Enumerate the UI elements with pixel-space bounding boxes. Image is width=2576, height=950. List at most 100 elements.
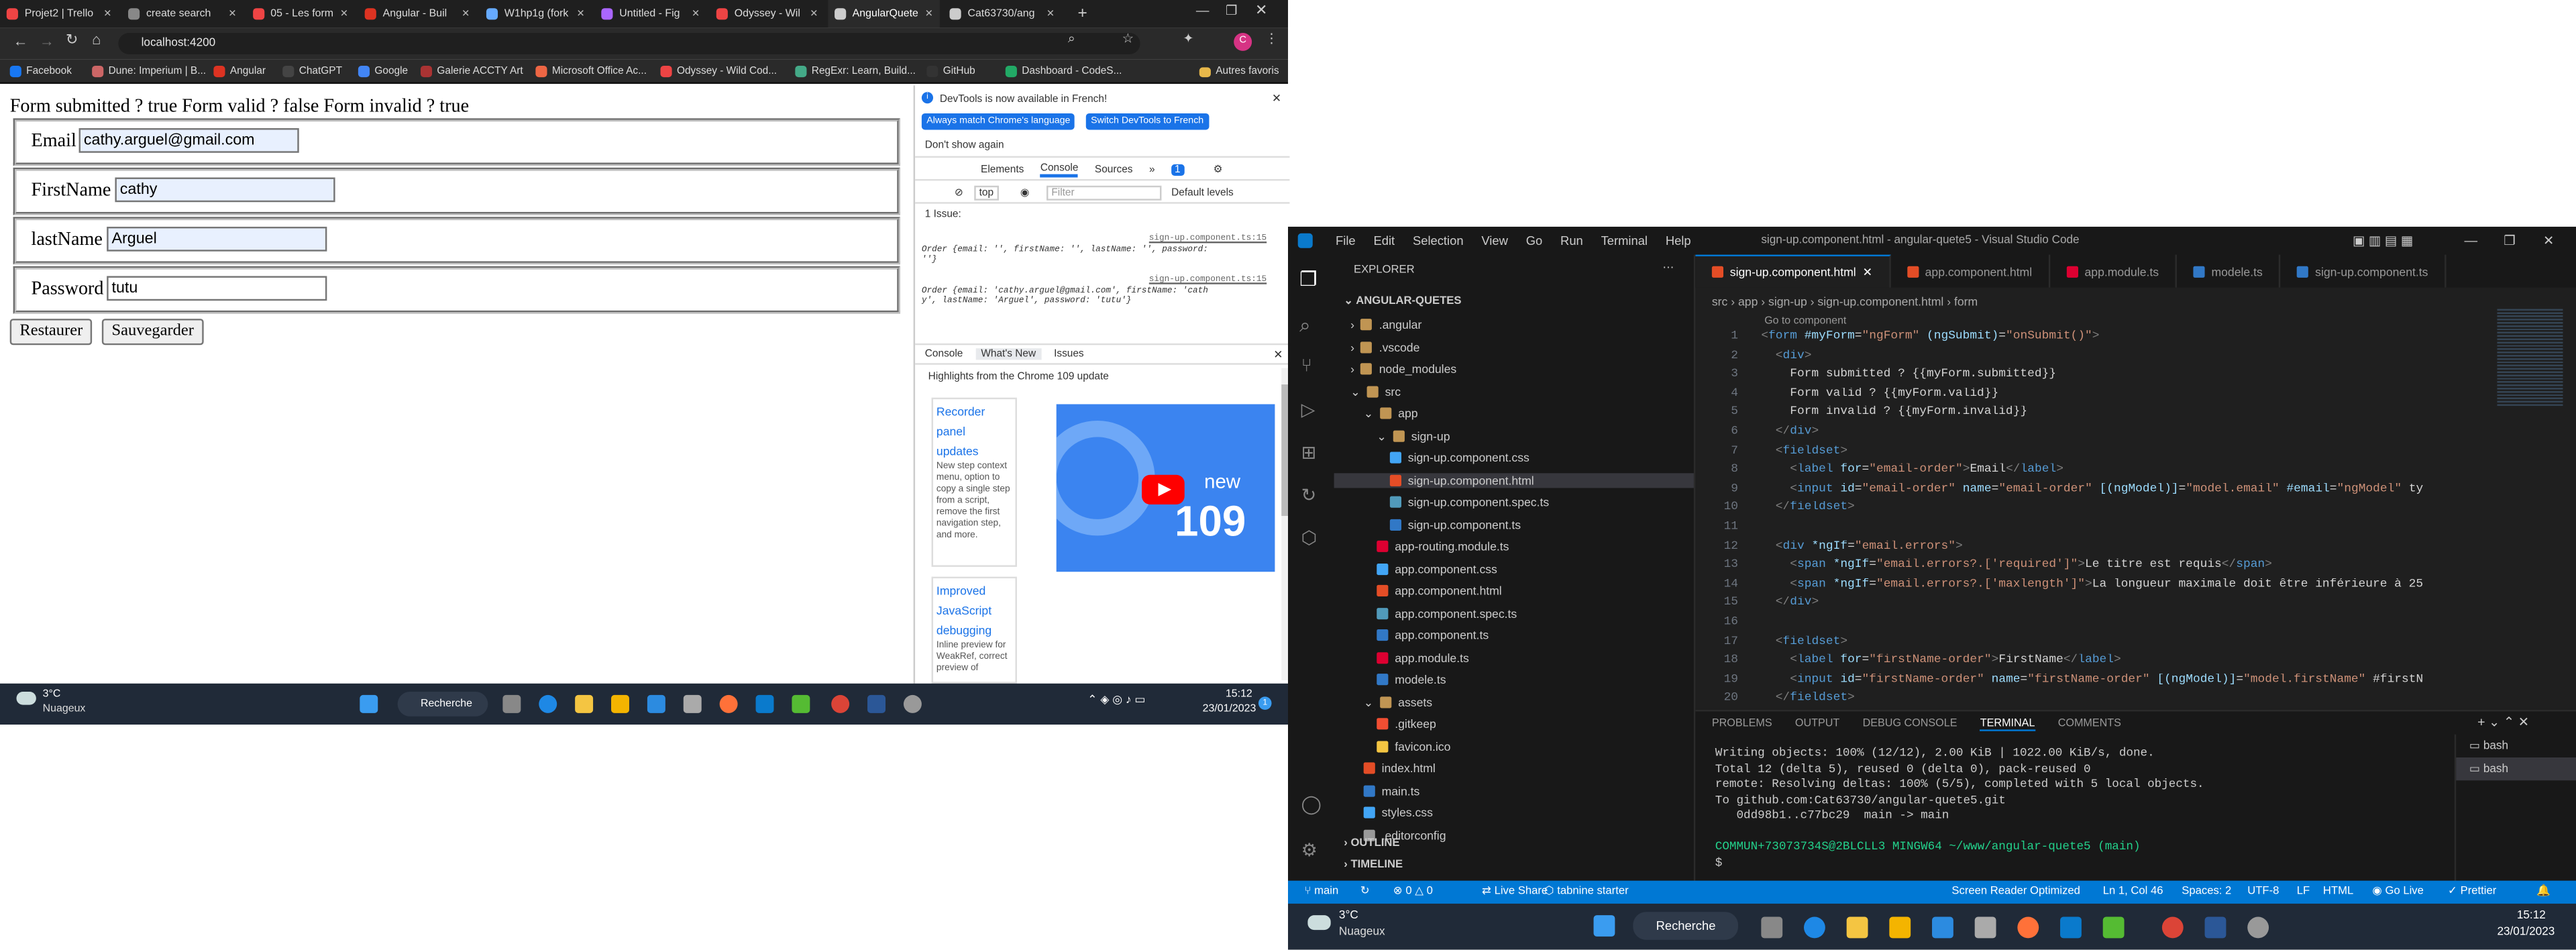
tree-item[interactable]: .gitkeep	[1377, 717, 1436, 731]
liveshare-status[interactable]: ⇄ Live Share	[1482, 881, 1548, 904]
extensions-icon[interactable]: ✦	[1183, 32, 1193, 46]
reset-button[interactable]: Restaurer	[9, 319, 93, 346]
url-bar[interactable]: localhost:4200	[118, 32, 1140, 54]
home-icon[interactable]: ⌂	[92, 32, 101, 48]
tree-item[interactable]: sign-up.component.css	[1389, 450, 1529, 465]
slack-icon[interactable]	[792, 694, 810, 713]
context-select[interactable]: top	[974, 185, 999, 201]
bookmark-item[interactable]: ChatGPT	[282, 59, 342, 84]
code-line[interactable]: 15 </div>	[1695, 597, 2500, 615]
forward-icon[interactable]: →	[40, 33, 54, 49]
tab-close-icon[interactable]: ✕	[925, 8, 933, 20]
tab-console[interactable]: Console	[1040, 162, 1079, 177]
menu-run[interactable]: Run	[1560, 233, 1583, 248]
firefox-icon[interactable]	[719, 694, 738, 713]
lastname-input[interactable]: Arguel	[107, 226, 327, 252]
terminal-item[interactable]: ▭ bash	[2456, 757, 2576, 781]
code-line[interactable]: 3 Form submitted ? {{myForm.submitted}}	[1695, 368, 2500, 386]
issues-badge[interactable]: 1	[1171, 163, 1184, 175]
code-line[interactable]: 17 <fieldset>	[1695, 635, 2500, 653]
tree-item[interactable]: sign-up.component.html	[1334, 472, 1694, 488]
weather-temp[interactable]: 3°C	[43, 688, 61, 700]
log-source-link[interactable]: sign-up.component.ts:15	[1149, 274, 1267, 284]
editor-tab[interactable]: sign-up.component.html ✕	[1695, 254, 1891, 288]
drawer-tab-console[interactable]: Console	[925, 348, 963, 360]
browser-tab[interactable]: 05 - Les form ✕	[246, 0, 355, 28]
javascript-link[interactable]: JavaScript	[936, 601, 1012, 621]
code-line[interactable]: 6 </div>	[1695, 425, 2500, 443]
source-control-icon[interactable]: ⑂	[1301, 356, 1312, 376]
notifications-icon[interactable]: 🔔	[2536, 881, 2551, 904]
minimize-button[interactable]: —	[2464, 233, 2477, 248]
tree-item[interactable]: app.component.ts	[1377, 628, 1489, 643]
breadcrumb-item[interactable]: sign-up	[1768, 294, 1807, 309]
browser-tab[interactable]: AngularQuete ✕	[828, 0, 940, 28]
weather-temp[interactable]: 3°C	[1339, 910, 1358, 922]
tree-item[interactable]: › .vscode	[1350, 339, 1419, 354]
banner-close-icon[interactable]: ✕	[1272, 92, 1281, 105]
explorer-icon[interactable]: ❐	[1299, 268, 1317, 291]
accounts-icon[interactable]: ◯	[1301, 794, 1322, 814]
profile-avatar[interactable]: C	[1234, 32, 1252, 51]
code-line[interactable]: 11	[1695, 521, 2500, 539]
tree-item[interactable]: app.component.css	[1377, 561, 1497, 576]
maximize-button[interactable]: ❐	[1226, 3, 1238, 18]
match-language-button[interactable]: Always match Chrome's language	[921, 113, 1075, 130]
run-debug-icon[interactable]: ▷	[1301, 399, 1316, 421]
browser-tab[interactable]: Cat63730/ang ✕	[943, 0, 1061, 28]
word-icon[interactable]	[2204, 916, 2226, 939]
close-window-button[interactable]: ✕	[1255, 1, 1267, 19]
chrome-icon[interactable]	[2161, 916, 2184, 939]
tree-item[interactable]: main.ts	[1363, 783, 1419, 798]
tab-close-icon[interactable]: ✕	[340, 8, 348, 20]
tree-item[interactable]: styles.css	[1363, 805, 1433, 820]
issues-line[interactable]: 1 Issue:	[925, 209, 961, 220]
browser-tab[interactable]: create search ✕	[121, 0, 243, 28]
encoding-status[interactable]: UTF-8	[2247, 881, 2279, 904]
file-explorer-icon[interactable]	[1846, 916, 1868, 939]
eye-icon[interactable]: ◉	[1020, 187, 1029, 199]
edge-icon[interactable]	[539, 694, 557, 713]
levels-select[interactable]: Default levels	[1171, 187, 1234, 199]
maximize-button[interactable]: ❐	[2504, 233, 2516, 248]
switch-french-button[interactable]: Switch DevTools to French	[1085, 113, 1209, 130]
tab-close-icon[interactable]: ✕	[1862, 264, 1872, 279]
indentation-status[interactable]: Spaces: 2	[2182, 881, 2231, 904]
taskbar-search[interactable]: Recherche	[397, 692, 488, 717]
code-line[interactable]: 12 <div *ngIf="email.errors">	[1695, 540, 2500, 558]
settings-gear-icon[interactable]: ⚙	[1214, 164, 1223, 175]
golive-status[interactable]: ◉ Go Live	[2372, 881, 2424, 904]
menu-help[interactable]: Help	[1666, 233, 1691, 248]
tree-item[interactable]: index.html	[1363, 761, 1436, 776]
code-line[interactable]: 20 </fieldset>	[1695, 692, 2500, 710]
vscode-icon[interactable]	[755, 694, 774, 713]
minimap[interactable]	[2497, 307, 2563, 406]
chrome-icon[interactable]	[831, 694, 850, 713]
browser-tab[interactable]: Odyssey - Wil ✕	[710, 0, 824, 28]
cursor-position[interactable]: Ln 1, Col 46	[2103, 881, 2163, 904]
updates-link[interactable]: updates	[936, 442, 1012, 462]
panel-link[interactable]: panel	[936, 422, 1012, 441]
other-bookmarks[interactable]: Autres favoris	[1199, 59, 1279, 84]
improved-link[interactable]: Improved	[936, 582, 1012, 601]
breadcrumb-item[interactable]: src	[1712, 294, 1727, 309]
weather-desc[interactable]: Nuageux	[43, 703, 86, 715]
filter-input[interactable]: Filter	[1046, 185, 1162, 201]
scrollbar[interactable]	[1281, 368, 1289, 680]
log-source-link[interactable]: sign-up.component.ts:15	[1149, 233, 1267, 244]
save-button[interactable]: Sauvegarder	[101, 319, 204, 346]
breadcrumb-item[interactable]: app	[1738, 294, 1758, 309]
bookmark-item[interactable]: Galerie ACCTY Art	[420, 59, 523, 84]
tab-close-icon[interactable]: ✕	[1046, 8, 1055, 20]
prettier-status[interactable]: ✓ Prettier	[2448, 881, 2496, 904]
firefox-icon[interactable]	[2017, 916, 2039, 939]
tree-item[interactable]: › node_modules	[1350, 362, 1456, 376]
panel-tab[interactable]: COMMENTS	[2058, 718, 2121, 731]
edge-icon[interactable]	[1804, 916, 1825, 939]
code-line[interactable]: 16	[1695, 616, 2500, 634]
password-input[interactable]: tutu	[107, 276, 327, 301]
outline-section[interactable]: › OUTLINE	[1344, 838, 1399, 849]
tree-item[interactable]: ⌄ assets	[1364, 694, 1432, 709]
code-line[interactable]: 10 </fieldset>	[1695, 502, 2500, 520]
clear-console-icon[interactable]: ⊘	[955, 187, 963, 199]
